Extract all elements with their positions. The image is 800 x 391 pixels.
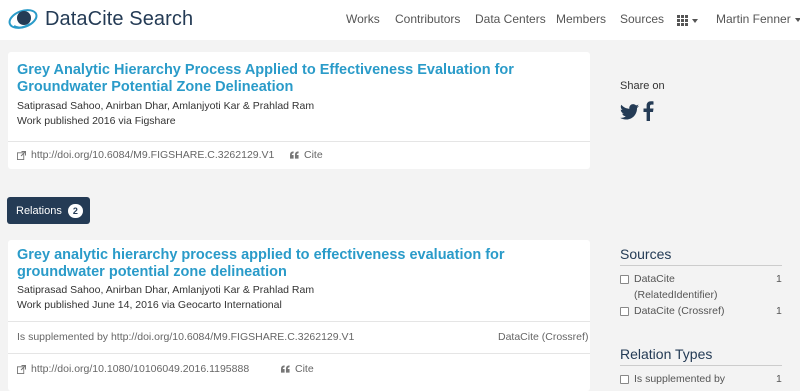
- brand-link[interactable]: DataCite Search: [8, 4, 193, 34]
- sources-rule: [620, 265, 782, 266]
- work-published: Work published 2016 via Figshare: [17, 115, 176, 127]
- nav-sources[interactable]: Sources: [620, 12, 664, 26]
- relation-source: DataCite (Crossref): [498, 331, 589, 343]
- related-title[interactable]: Grey analytic hierarchy process applied …: [17, 247, 577, 281]
- work-doi-link[interactable]: http://doi.org/10.6084/M9.FIGSHARE.C.326…: [17, 149, 274, 161]
- related-title-line1: Grey analytic hierarchy process applied …: [17, 247, 505, 263]
- work-doi: http://doi.org/10.6084/M9.FIGSHARE.C.326…: [31, 149, 275, 161]
- source-label-sub: (RelatedIdentifier): [634, 289, 718, 301]
- relation-type-checkbox[interactable]: [620, 375, 629, 384]
- related-cite-button[interactable]: Cite: [281, 363, 314, 375]
- source-label: DataCite (Crossref): [634, 305, 725, 317]
- related-title-line2: groundwater potential zone delineation: [17, 264, 287, 280]
- top-navbar: DataCite Search Works Contributors Data …: [0, 0, 800, 40]
- source-checkbox[interactable]: [620, 275, 629, 284]
- work-title[interactable]: Grey Analytic Hierarchy Process Applied …: [17, 62, 577, 96]
- related-doi-link[interactable]: http://doi.org/10.1080/10106049.2016.119…: [17, 363, 249, 375]
- external-link-icon: [17, 364, 26, 374]
- facebook-icon[interactable]: [643, 101, 654, 121]
- work-title-line2: Groundwater Potential Zone Delineation: [17, 79, 294, 95]
- nav-contributors[interactable]: Contributors: [395, 12, 460, 26]
- chevron-down-icon: [692, 18, 698, 23]
- relation-types-rule: [620, 365, 782, 366]
- relations-label: Relations: [16, 204, 62, 217]
- card-divider: [8, 353, 590, 354]
- brand-name: DataCite Search: [45, 7, 194, 30]
- relation-types-heading: Relation Types: [620, 346, 713, 362]
- relation-type-label: Is supplemented by: [634, 373, 726, 385]
- work-authors: Satiprasad Sahoo, Anirban Dhar, Amlanjyo…: [17, 100, 315, 112]
- related-work-card: Grey analytic hierarchy process applied …: [8, 240, 590, 391]
- nav-data-centers[interactable]: Data Centers: [475, 12, 546, 26]
- chevron-down-icon: [794, 17, 800, 22]
- card-divider: [8, 321, 590, 322]
- twitter-icon[interactable]: [620, 104, 639, 120]
- relation-description: Is supplemented by http://doi.org/10.608…: [17, 331, 355, 343]
- source-checkbox[interactable]: [620, 307, 629, 316]
- relations-tab[interactable]: Relations 2: [7, 197, 90, 224]
- nav-works[interactable]: Works: [346, 12, 380, 26]
- related-published: Work published June 14, 2016 via Geocart…: [17, 299, 282, 311]
- source-count: 1: [776, 273, 782, 285]
- work-title-line1: Grey Analytic Hierarchy Process Applied …: [17, 62, 514, 78]
- datacite-logo-icon: [8, 9, 38, 29]
- work-card: Grey Analytic Hierarchy Process Applied …: [8, 52, 590, 169]
- quote-icon: [281, 365, 290, 373]
- related-cite-label: Cite: [295, 363, 314, 375]
- nav-members[interactable]: Members: [556, 12, 606, 26]
- work-cite-label: Cite: [304, 149, 323, 161]
- relations-count-badge: 2: [67, 203, 83, 218]
- grid-icon: [677, 15, 688, 27]
- work-cite-button[interactable]: Cite: [290, 149, 323, 161]
- share-on-label: Share on: [620, 80, 665, 92]
- related-authors: Satiprasad Sahoo, Anirban Dhar, Amlanjyo…: [17, 284, 315, 296]
- sources-heading: Sources: [620, 246, 672, 262]
- user-menu[interactable]: Martin Fenner: [716, 12, 800, 26]
- apps-menu[interactable]: [677, 13, 698, 27]
- user-name: Martin Fenner: [716, 12, 791, 26]
- related-doi: http://doi.org/10.1080/10106049.2016.119…: [31, 363, 250, 375]
- quote-icon: [290, 151, 299, 159]
- card-divider: [8, 141, 590, 142]
- relation-type-count: 1: [776, 373, 782, 385]
- external-link-icon: [17, 150, 26, 160]
- source-count: 1: [776, 305, 782, 317]
- source-label: DataCite: [634, 273, 675, 285]
